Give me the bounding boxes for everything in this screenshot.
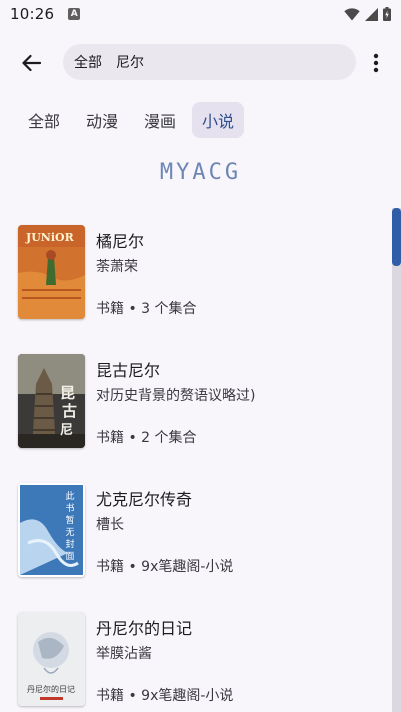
svg-text:尼: 尼 xyxy=(60,423,73,438)
svg-text:暂: 暂 xyxy=(65,514,74,526)
svg-text:昆: 昆 xyxy=(60,384,75,402)
source-logo: MYACG xyxy=(159,160,242,185)
signal-icon xyxy=(365,7,378,21)
book-title: 尤克尼尔传奇 xyxy=(96,490,193,509)
book-cover: 此 书 暂 无 封 面 xyxy=(18,483,85,577)
book-cover: JUNiOR xyxy=(18,225,85,319)
tab-novel[interactable]: 小说 xyxy=(192,102,245,138)
wifi-icon xyxy=(344,7,360,20)
scrollbar-thumb[interactable] xyxy=(392,208,401,266)
list-item[interactable]: 昆 古 尼 昆古尼尔 对历史背景的赘语议略过) 书籍 • 2 个集合 xyxy=(0,354,390,483)
svg-text:封: 封 xyxy=(65,538,74,550)
tab-comic[interactable]: 漫画 xyxy=(134,102,186,138)
book-meta: 书籍 • 3 个集合 xyxy=(96,301,197,317)
search-toolbar: 全部 尼尔 xyxy=(0,44,401,80)
notification-icon: A xyxy=(68,8,81,20)
book-title: 昆古尼尔 xyxy=(96,361,161,380)
svg-text:丹尼尔的日记: 丹尼尔的日记 xyxy=(27,684,75,694)
back-button[interactable] xyxy=(16,48,46,78)
book-meta: 书籍 • 9x笔趣阁-小说 xyxy=(96,688,234,704)
search-query[interactable]: 尼尔 xyxy=(116,52,144,72)
book-author: 对历史背景的赘语议略过) xyxy=(96,388,256,404)
book-cover: 丹尼尔的日记 xyxy=(18,612,85,706)
book-list: JUNiOR 橘尼尔 荼萧荣 书籍 • 3 个集合 昆 古 尼 昆古尼尔 对历史… xyxy=(0,225,390,712)
more-options-button[interactable] xyxy=(364,48,388,78)
svg-text:无: 无 xyxy=(65,527,74,538)
search-scope-label[interactable]: 全部 xyxy=(74,52,102,72)
svg-text:JUNiOR: JUNiOR xyxy=(25,231,75,244)
arrow-back-icon xyxy=(22,54,41,72)
book-meta: 书籍 • 9x笔趣阁-小说 xyxy=(96,559,234,575)
svg-text:古: 古 xyxy=(62,402,77,420)
status-icons xyxy=(344,7,391,21)
book-title: 橘尼尔 xyxy=(96,232,145,251)
status-bar: 10:26 A xyxy=(0,0,401,28)
book-meta: 书籍 • 2 个集合 xyxy=(96,430,197,446)
more-vert-icon xyxy=(373,53,379,73)
tab-anime[interactable]: 动漫 xyxy=(76,102,128,138)
book-author: 荼萧荣 xyxy=(96,259,138,275)
scrollbar-track[interactable] xyxy=(392,208,401,712)
book-author: 举膜沾酱 xyxy=(96,646,152,662)
book-title: 丹尼尔的日记 xyxy=(96,619,193,638)
book-cover: 昆 古 尼 xyxy=(18,354,85,448)
search-input[interactable]: 全部 尼尔 xyxy=(63,44,356,80)
svg-text:此: 此 xyxy=(65,490,74,502)
status-time: 10:26 xyxy=(10,5,55,23)
svg-text:面: 面 xyxy=(65,551,74,562)
book-author: 槽长 xyxy=(96,517,124,533)
tab-all[interactable]: 全部 xyxy=(18,102,70,138)
category-tabs: 全部 动漫 漫画 小说 xyxy=(18,102,245,138)
list-item[interactable]: 丹尼尔的日记 丹尼尔的日记 举膜沾酱 书籍 • 9x笔趣阁-小说 xyxy=(0,612,390,712)
svg-text:书: 书 xyxy=(65,503,74,514)
battery-icon xyxy=(383,7,391,21)
list-item[interactable]: JUNiOR 橘尼尔 荼萧荣 书籍 • 3 个集合 xyxy=(0,225,390,354)
list-item[interactable]: 此 书 暂 无 封 面 尤克尼尔传奇 槽长 书籍 • 9x笔趣阁-小说 xyxy=(0,483,390,612)
